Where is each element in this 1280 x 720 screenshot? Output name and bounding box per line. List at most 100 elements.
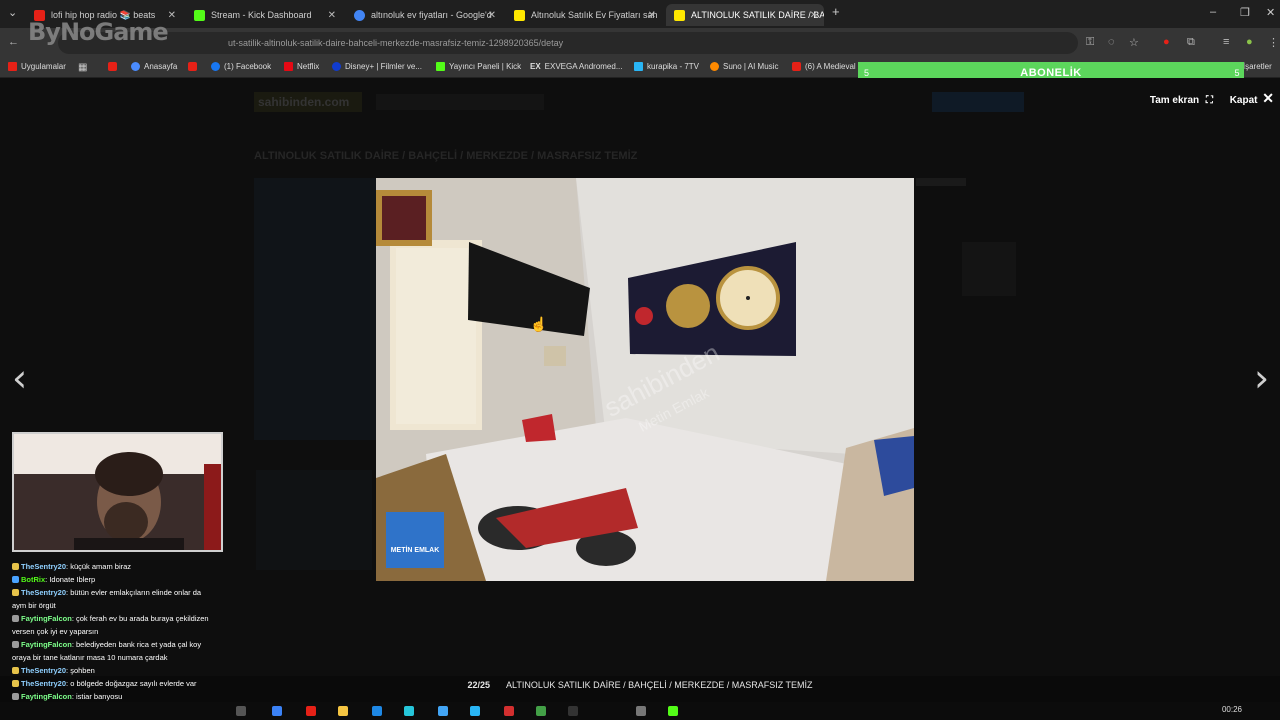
url-field[interactable]: ut-satilik-altinoluk-satilik-daire-bahce…	[58, 32, 1078, 54]
app-icon[interactable]	[536, 706, 546, 716]
seller-avatar	[962, 242, 1016, 296]
chat-username[interactable]: FaytingFalcon	[21, 614, 72, 623]
back-icon[interactable]: ←	[8, 36, 19, 48]
bookmark-medieval[interactable]: (6) A Medieval	[792, 62, 856, 71]
kick-icon[interactable]	[668, 706, 678, 716]
youtube-icon	[188, 62, 197, 71]
close-icon[interactable]: ✕	[328, 10, 336, 21]
chat-username[interactable]: FaytingFalcon	[21, 692, 72, 701]
tab-menu-icon[interactable]: ⌄	[8, 6, 17, 19]
bookmark-label: Yayıncı Paneli | Kick	[449, 62, 522, 71]
search-icon[interactable]	[236, 706, 246, 716]
chat-text: : belediyeden bank rica et yada çal koy	[71, 640, 202, 649]
bookmark-suno[interactable]: Suno | AI Music	[710, 62, 778, 71]
price-bar	[916, 178, 966, 186]
folder-icon[interactable]	[338, 706, 348, 716]
chat-badge-icon	[12, 641, 19, 648]
chat-text: : çok ferah ev bu arada buraya çekildize…	[71, 614, 209, 623]
app-icon[interactable]	[306, 706, 316, 716]
chat-username[interactable]: FaytingFalcon	[21, 640, 72, 649]
fullscreen-label: Tam ekran	[1149, 95, 1200, 106]
os-taskbar: 00:26	[0, 702, 1280, 720]
app-icon[interactable]	[404, 706, 414, 716]
close-icon[interactable]: ✕	[168, 10, 176, 21]
minimize-icon[interactable]: –	[1210, 6, 1216, 18]
app-icon[interactable]	[272, 706, 282, 716]
chat-message: oraya bir tane katlanır masa 10 numara ç…	[12, 651, 228, 664]
eye-off-icon[interactable]: ◌	[1108, 36, 1115, 48]
stream-chat: TheSentry20: küçük amam biraz BotRix: Ido…	[12, 560, 228, 716]
bookmark-label: Suno | AI Music	[723, 62, 779, 71]
chat-message: TheSentry20: o bölgede doğazgaz sayılı e…	[12, 677, 228, 690]
tab-title: Stream - Kick Dashboard	[211, 10, 312, 20]
bookmark-label: Uygulamalar	[21, 62, 66, 71]
app-icon[interactable]	[470, 706, 480, 716]
bookmark-grid[interactable]: ▦	[78, 62, 87, 73]
prev-photo-arrow[interactable]: ‹	[12, 356, 27, 400]
bookmark-disney[interactable]: Disney+ | Filmler ve...	[332, 62, 422, 71]
chat-badge-icon	[12, 693, 19, 700]
apps-icon	[8, 62, 17, 71]
tab-sahibinden-list[interactable]: Altınoluk Satılık Ev Fiyatları sah ✕	[506, 4, 662, 26]
app-icon[interactable]	[504, 706, 514, 716]
window-close-icon[interactable]: ✕	[1266, 6, 1275, 19]
bookmark-exvega[interactable]: EX EXVEGA Andromed...	[530, 62, 623, 71]
app-icon[interactable]	[372, 706, 382, 716]
chat-badge-icon	[12, 615, 19, 622]
chat-username[interactable]: TheSentry20	[21, 588, 66, 597]
chat-message: BotRix: Idonate Iblerp	[12, 573, 228, 586]
close-label: Kapat	[1229, 95, 1258, 106]
chat-message: FaytingFalcon: belediyeden bank rica et …	[12, 638, 228, 651]
fullscreen-icon: ⛶	[1205, 95, 1213, 106]
bookmark-kick[interactable]: Yayıncı Paneli | Kick	[436, 62, 521, 71]
app-icon[interactable]	[568, 706, 578, 716]
bookmark-facebook[interactable]: (1) Facebook	[211, 62, 271, 71]
suno-icon	[710, 62, 719, 71]
exvega-icon: EX	[530, 62, 541, 71]
chat-badge-icon	[12, 589, 19, 596]
chat-username[interactable]: TheSentry20	[21, 679, 66, 688]
media-icon[interactable]: ≡	[1223, 36, 1229, 48]
tab-sahibinden-detail[interactable]: ALTINOLUK SATILIK DAİRE / BA ✕	[666, 4, 824, 26]
bookmark-youtube[interactable]	[108, 62, 121, 71]
close-icon[interactable]: ✕	[488, 10, 496, 21]
extensions-icon[interactable]: ⧉	[1187, 36, 1195, 49]
kick-icon	[436, 62, 445, 71]
menu-dots-icon[interactable]: ⋮	[1268, 36, 1279, 49]
disney-icon	[332, 62, 341, 71]
bookmark-youtube-2[interactable]	[188, 62, 201, 71]
star-icon[interactable]: ☆	[1129, 36, 1139, 49]
bookmark-anasayfa[interactable]: Anasayfa	[131, 62, 177, 71]
app-icon[interactable]	[438, 706, 448, 716]
password-icon[interactable]: ⚿	[1086, 36, 1094, 49]
bookmark-netflix[interactable]: Netflix	[284, 62, 319, 71]
extension-red-icon[interactable]: ●	[1163, 36, 1170, 48]
restore-icon[interactable]: ❐	[1240, 6, 1250, 19]
bookmark-label: Netflix	[297, 62, 320, 71]
bookmark-apps[interactable]: Uygulamalar	[8, 62, 66, 71]
chat-message: TheSentry20: küçük amam biraz	[12, 560, 228, 573]
streamer-webcam	[12, 432, 223, 552]
new-tab-icon[interactable]: +	[832, 4, 840, 19]
fullscreen-button[interactable]: Tam ekran ⛶	[1150, 95, 1216, 106]
chat-username[interactable]: BotRix	[21, 575, 45, 584]
app-icon[interactable]	[636, 706, 646, 716]
chat-username[interactable]: TheSentry20	[21, 666, 66, 675]
stream-logo: ByNoGame	[28, 18, 169, 46]
tab-kick[interactable]: Stream - Kick Dashboard ✕	[186, 4, 342, 26]
bookmark-label: (6) A Medieval	[805, 62, 856, 71]
chat-message: versen çok iyi ev yaparsın	[12, 625, 228, 638]
chat-text: versen çok iyi ev yaparsın	[12, 627, 99, 636]
next-photo-arrow[interactable]: ›	[1254, 356, 1269, 400]
tab-google[interactable]: altınoluk ev fiyatları - Google'd ✕	[346, 4, 502, 26]
close-lightbox-button[interactable]: Kapat ✕	[1229, 90, 1274, 106]
close-icon[interactable]: ✕	[810, 10, 818, 21]
sahibinden-icon	[674, 9, 685, 21]
chat-badge-icon	[12, 680, 19, 687]
photo-counter: 22/25	[467, 680, 490, 690]
close-icon[interactable]: ✕	[648, 10, 656, 21]
chat-badge-icon	[12, 667, 19, 674]
chat-username[interactable]: TheSentry20	[21, 562, 66, 571]
avatar[interactable]: ●	[1246, 36, 1253, 48]
bookmark-7tv[interactable]: kurapika - 7TV	[634, 62, 699, 71]
